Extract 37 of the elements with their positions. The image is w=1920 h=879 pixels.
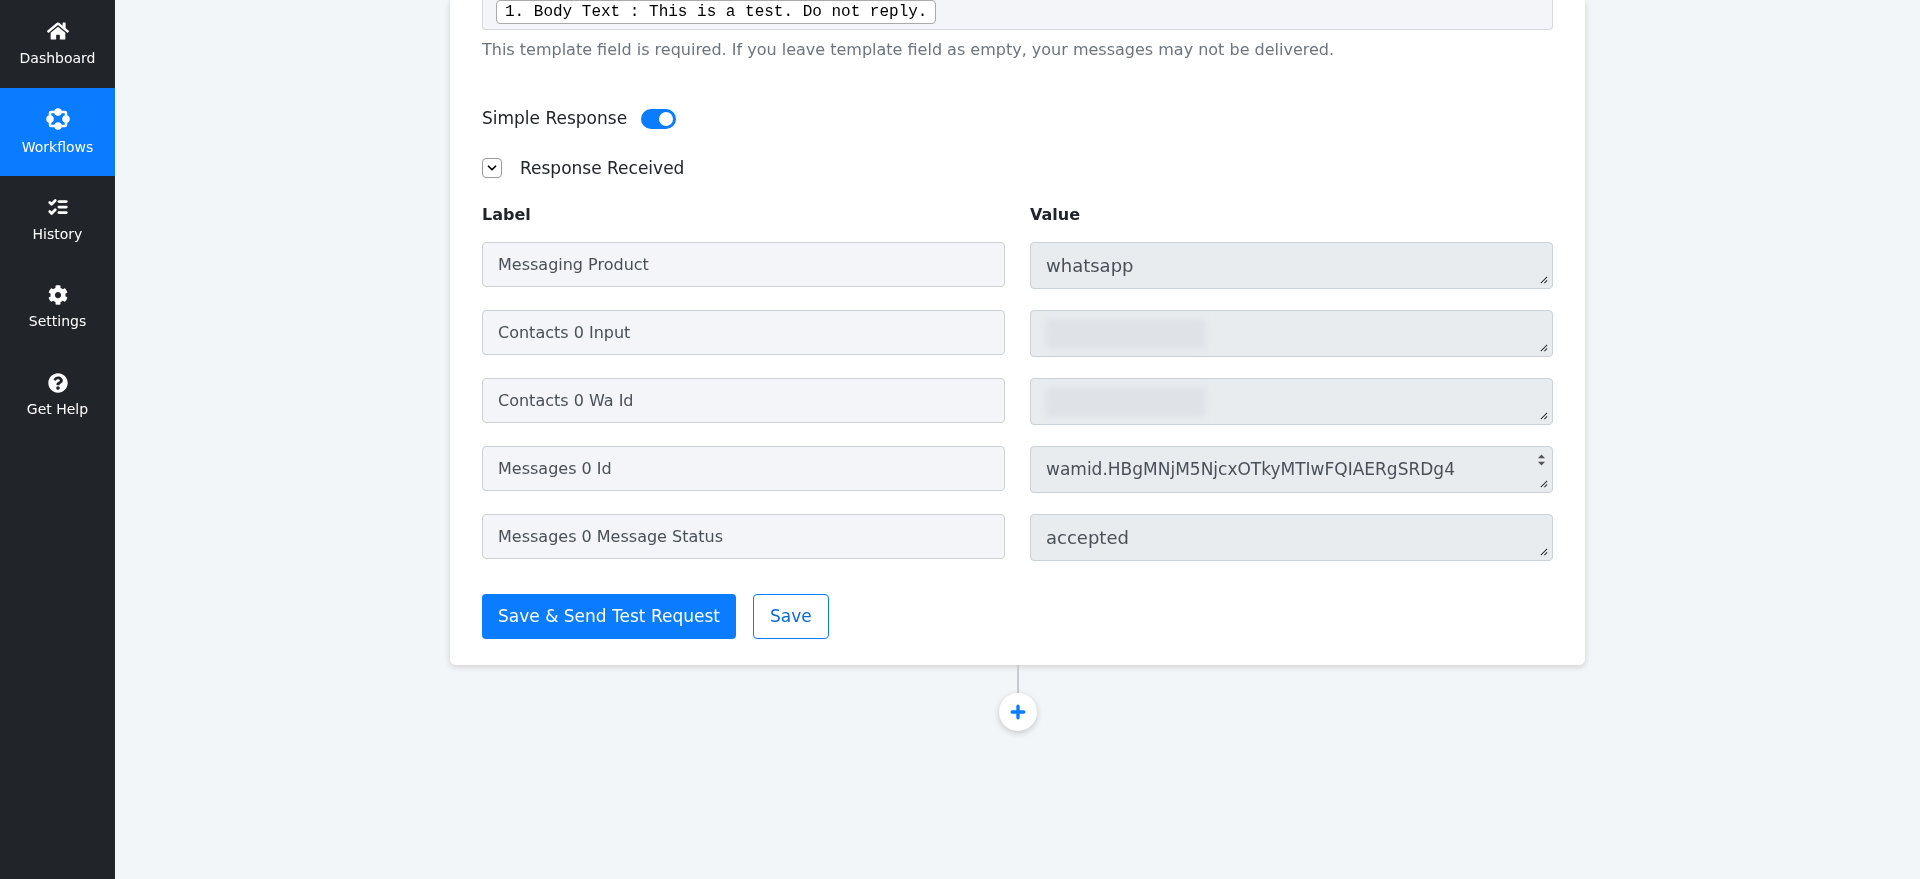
resize-handle-icon [1539, 479, 1548, 488]
value-field[interactable]: accepted [1030, 514, 1553, 561]
value-field[interactable] [1030, 310, 1553, 357]
label-field[interactable]: Contacts 0 Input [482, 310, 1005, 355]
sidebar-item[interactable]: History [0, 176, 115, 264]
label-field[interactable]: Messages 0 Message Status [482, 514, 1005, 559]
home-icon [46, 19, 69, 42]
resize-handle-icon [1539, 411, 1548, 420]
sidebar-item[interactable]: Workflows [0, 88, 115, 176]
column-header: Value [1030, 204, 1082, 226]
save-button[interactable]: Save [752, 594, 829, 639]
value-field[interactable]: whatsapp [1030, 242, 1553, 289]
section-title: Response Received [520, 156, 685, 180]
label-field[interactable]: Contacts 0 Wa Id [482, 378, 1005, 423]
resize-handle-icon [1539, 343, 1548, 352]
template-chip: 1. Body Text : This is a test. Do not reply. [496, 0, 937, 24]
template-field[interactable]: 1. Body Text : This is a test. Do not reply. [482, 0, 1553, 30]
sidebar-item[interactable]: Settings [0, 264, 115, 352]
resize-handle-icon [1539, 275, 1548, 284]
simple-response-label: Simple Response [482, 107, 628, 130]
label-field[interactable]: Messaging Product [482, 242, 1005, 287]
help-text: This template field is required. If you leave template field as empty, your messages may not be delivered. [482, 39, 1336, 61]
add-step-button[interactable] [998, 693, 1037, 731]
workflow-icon [45, 106, 70, 131]
spinner-arrows-icon [1537, 453, 1546, 467]
value-field[interactable] [1030, 378, 1553, 425]
toggle-switch[interactable] [641, 108, 677, 129]
sidebar-item[interactable]: Dashboard [0, 0, 115, 88]
settings-icon [47, 284, 68, 305]
help-icon [47, 372, 68, 393]
label-field[interactable]: Messages 0 Id [482, 446, 1005, 491]
value-field[interactable]: wamid.HBgMNjM5NjcxOTkyMTIwFQIAERgSRDg4 [1030, 446, 1553, 493]
column-header: Label [482, 204, 532, 226]
sidebar-item[interactable]: Get Help [0, 352, 115, 440]
collapse-toggle[interactable] [482, 158, 502, 179]
save-and-send-button[interactable]: Save & Send Test Request [482, 594, 736, 639]
resize-handle-icon [1539, 547, 1548, 556]
